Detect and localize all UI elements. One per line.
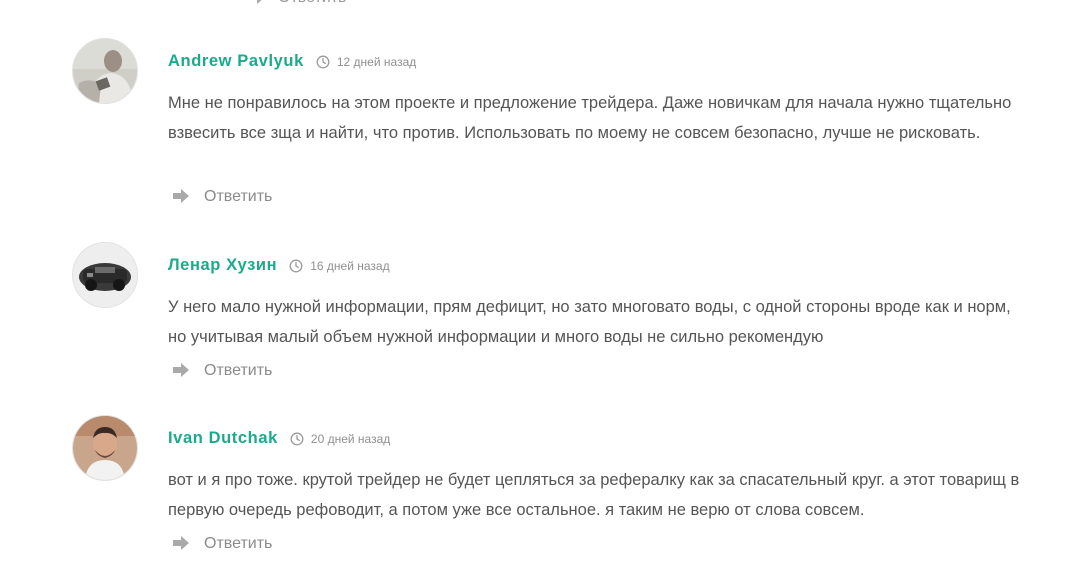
comment-author[interactable]: Ленар Хузин [168,256,277,275]
reply-label: Ответить [204,535,273,552]
comment-header: Andrew Pavlyuk 12 дней назад [168,52,416,71]
comment-meta: 12 дней назад [316,55,416,69]
clock-icon [290,432,304,445]
comment-author[interactable]: Andrew Pavlyuk [168,52,304,71]
comment-text: вот и я про тоже. крутой трейдер не буде… [168,471,1020,519]
reply-arrow-icon [249,0,262,4]
clock-icon [316,55,330,68]
comment-time: 12 дней назад [336,54,417,69]
clock-icon [289,259,303,272]
comment-meta: 20 дней назад [290,432,390,446]
comment-header: Ivan Dutchak 20 дней назад [168,429,390,448]
comment-item: Ivan Dutchak 20 дней назад вот и я про т… [72,415,1032,565]
comment-time: 20 дней назад [310,431,391,446]
reply-button[interactable]: Ответить [172,362,272,380]
avatar[interactable] [72,242,138,308]
comment-meta: 16 дней назад [289,258,390,273]
reply-label: Ответить [278,0,346,7]
reply-button[interactable]: Ответить [172,535,272,553]
avatar[interactable] [72,38,138,104]
comment-item: Ленар Хузин 16 дней назад У него мало ну… [72,242,1032,392]
reply-button[interactable]: Ответить [172,188,272,206]
reply-arrow-icon [173,536,189,550]
comment-text: Мне не понравилось на этом проекте и пре… [168,94,1012,142]
comment-author[interactable]: Ivan Dutchak [168,429,278,448]
reply-arrow-icon [173,363,189,377]
comment-header: Ленар Хузин 16 дней назад [168,256,390,275]
comment-body: У него мало нужной информации, прям дефи… [168,292,1028,352]
reply-label: Ответить [204,188,273,205]
comments-section: Ответить Andrew Pavlyuk 12 дней назад [0,0,1068,571]
comment-body: вот и я про тоже. крутой трейдер не буде… [168,465,1028,525]
reply-arrow-icon [173,189,189,203]
comment-item: Andrew Pavlyuk 12 дней назад Мне не понр… [72,38,1032,218]
reply-label: Ответить [204,362,273,379]
reply-button-previous[interactable]: Ответить [248,0,346,8]
comment-body: Мне не понравилось на этом проекте и пре… [168,88,1028,148]
comment-time: 16 дней назад [310,258,390,273]
avatar[interactable] [72,415,138,481]
comment-text: У него мало нужной информации, прям дефи… [168,298,1011,346]
